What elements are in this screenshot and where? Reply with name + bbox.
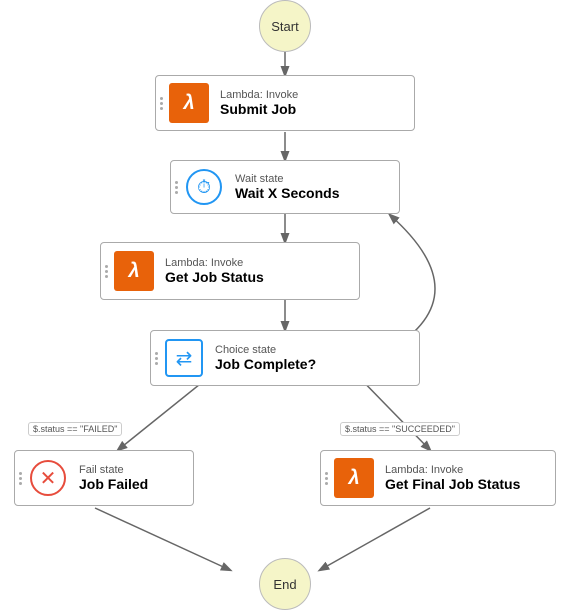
node-type: Lambda: Invoke	[165, 257, 264, 269]
wait-state-node[interactable]: ⏱ Wait state Wait X Seconds	[170, 160, 400, 214]
fail-icon: ✕	[30, 460, 66, 496]
drag-handle	[15, 451, 25, 505]
lambda-icon-box-3: λ	[331, 455, 377, 501]
node-type: Choice state	[215, 344, 316, 356]
wait-label: Wait state Wait X Seconds	[227, 169, 348, 205]
node-name: Job Failed	[79, 476, 148, 492]
node-type: Wait state	[235, 173, 340, 185]
wait-icon-box: ⏱	[181, 164, 227, 210]
node-type: Lambda: Invoke	[220, 89, 298, 101]
drag-handle	[321, 451, 331, 505]
choice-icon: ⇄	[165, 339, 203, 377]
get-status-label: Lambda: Invoke Get Job Status	[157, 253, 272, 289]
node-name: Job Complete?	[215, 356, 316, 372]
fail-node[interactable]: ✕ Fail state Job Failed	[14, 450, 194, 506]
failed-condition-label: $.status == "FAILED"	[28, 422, 122, 436]
workflow-diagram: Start λ Lambda: Invoke Submit Job	[0, 0, 570, 610]
node-name: Wait X Seconds	[235, 185, 340, 201]
lambda-icon-2: λ	[114, 251, 154, 291]
submit-job-node[interactable]: λ Lambda: Invoke Submit Job	[155, 75, 415, 131]
drag-handle	[151, 331, 161, 385]
lambda-icon-box: λ	[166, 80, 212, 126]
choice-label: Choice state Job Complete?	[207, 340, 324, 376]
node-name: Get Final Job Status	[385, 476, 520, 492]
node-name: Submit Job	[220, 101, 298, 117]
node-type: Fail state	[79, 464, 148, 476]
lambda-icon-3: λ	[334, 458, 374, 498]
fail-icon-box: ✕	[25, 455, 71, 501]
choice-icon-box: ⇄	[161, 335, 207, 381]
drag-handle	[171, 161, 181, 213]
submit-job-label: Lambda: Invoke Submit Job	[212, 85, 306, 121]
wait-icon: ⏱	[186, 169, 222, 205]
get-status-node[interactable]: λ Lambda: Invoke Get Job Status	[100, 242, 360, 300]
node-name: Get Job Status	[165, 269, 264, 285]
succeeded-condition-label: $.status == "SUCCEEDED"	[340, 422, 460, 436]
choice-node[interactable]: ⇄ Choice state Job Complete?	[150, 330, 420, 386]
final-status-node[interactable]: λ Lambda: Invoke Get Final Job Status	[320, 450, 556, 506]
start-node: Start	[259, 0, 311, 52]
final-status-label: Lambda: Invoke Get Final Job Status	[377, 460, 528, 496]
lambda-icon-box-2: λ	[111, 248, 157, 294]
lambda-icon: λ	[169, 83, 209, 123]
fail-label: Fail state Job Failed	[71, 460, 156, 496]
end-label: End	[273, 577, 296, 592]
start-label: Start	[271, 19, 298, 34]
node-type: Lambda: Invoke	[385, 464, 520, 476]
drag-handle	[101, 243, 111, 299]
end-node: End	[259, 558, 311, 610]
drag-handle	[156, 76, 166, 130]
